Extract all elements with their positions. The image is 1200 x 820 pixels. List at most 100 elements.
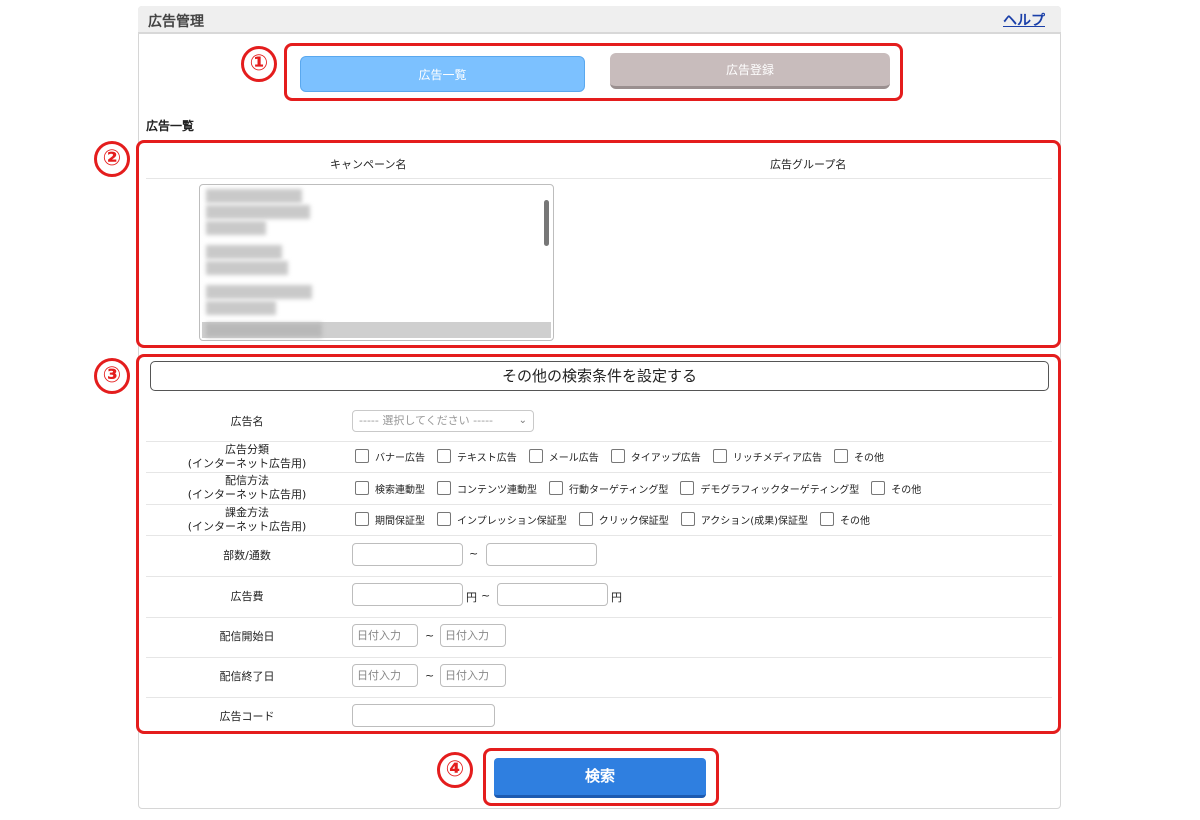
range-separator: ~ [425,669,435,682]
list-item[interactable] [206,189,302,203]
checkbox-item[interactable]: その他 [820,512,870,527]
ad-name-label: 広告名 [230,415,264,428]
delivery-label-line1: 配信方法 [225,474,269,487]
billing-options: 期間保証型 インプレッション保証型 クリック保証型 アクション(成果)保証型 そ… [355,510,882,528]
search-button[interactable]: 検索 [494,758,706,798]
checkbox-item[interactable]: デモグラフィックターゲティング型 [680,481,859,496]
checkbox-label: メール広告 [548,452,599,464]
checkbox-item[interactable]: その他 [871,481,921,496]
checkbox[interactable] [528,449,543,463]
checkbox-item[interactable]: タイアップ広告 [610,449,701,464]
help-link[interactable]: ヘルプ [1003,10,1045,30]
divider [146,178,1052,179]
checkbox-item[interactable]: 検索連動型 [355,481,425,496]
callout-number-4: ④ [437,752,473,788]
range-separator: ~ [469,547,479,560]
checkbox[interactable] [871,481,886,495]
checkbox-item[interactable]: インプレッション保証型 [437,512,567,527]
checkbox[interactable] [355,481,369,495]
cost-unit: 円 [466,591,477,604]
tab-ad-register[interactable]: 広告登録 [610,53,890,89]
ad-category-label: 広告分類 (インターネット広告用) [146,443,348,471]
ad-category-label-line2: (インターネット広告用) [187,457,307,470]
checkbox[interactable] [680,481,695,495]
callout-number-2: ② [94,141,130,177]
callout-number-1: ① [241,46,277,82]
checkbox-label: その他 [854,452,885,464]
copies-from-input[interactable] [352,543,463,566]
checkbox-item[interactable]: コンテンツ連動型 [437,481,537,496]
delivery-label: 配信方法 (インターネット広告用) [146,474,348,502]
ad-code-input[interactable] [352,704,495,727]
list-item[interactable] [206,221,266,235]
delivery-label-line2: (インターネット広告用) [187,488,307,501]
checkbox[interactable] [355,512,369,526]
delivery-options: 検索連動型 コンテンツ連動型 行動ターゲティング型 デモグラフィックターゲティン… [355,479,933,497]
checkbox[interactable] [712,449,727,463]
list-item[interactable] [206,205,310,219]
page-title: 広告管理 [148,14,204,30]
checkbox-item[interactable]: クリック保証型 [578,512,669,527]
list-item-selected[interactable] [202,322,551,338]
start-date-to-input[interactable]: 日付入力 [440,624,506,647]
checkbox-label: 検索連動型 [375,484,425,496]
checkbox-label: その他 [840,515,871,527]
checkbox[interactable] [680,512,695,526]
campaign-listbox[interactable] [199,184,554,341]
list-item[interactable] [206,261,288,275]
checkbox[interactable] [820,512,835,526]
divider [146,472,1052,473]
checkbox-item[interactable]: 期間保証型 [355,512,425,527]
checkbox-label: アクション(成果)保証型 [700,515,809,527]
checkbox-item[interactable]: テキスト広告 [437,449,517,464]
divider [146,697,1052,698]
end-date-to-input[interactable]: 日付入力 [440,664,506,687]
checkbox-item[interactable]: バナー広告 [355,449,425,464]
checkbox-item[interactable]: メール広告 [528,449,599,464]
cost-to-input[interactable] [497,583,608,606]
checkbox-label: コンテンツ連動型 [457,484,537,496]
start-date-label: 配信開始日 [219,630,275,643]
end-date-label: 配信終了日 [219,670,275,683]
scrollbar-thumb[interactable] [544,200,549,246]
ad-category-label-line1: 広告分類 [225,443,269,456]
list-item [206,323,322,337]
checkbox-item[interactable]: その他 [834,449,884,464]
checkbox[interactable] [549,481,563,495]
checkbox[interactable] [834,449,849,463]
billing-label-line1: 課金方法 [225,506,269,519]
divider [146,441,1052,442]
list-item[interactable] [206,245,282,259]
cost-label: 広告費 [230,590,264,603]
column-header-ad-group: 広告グループ名 [770,158,847,171]
list-item[interactable] [206,285,312,299]
start-date-from-input[interactable]: 日付入力 [352,624,418,647]
copies-to-input[interactable] [486,543,597,566]
cost-from-input[interactable] [352,583,463,606]
callout-number-3: ③ [94,358,130,394]
range-separator: ~ [481,589,491,602]
page-header: 広告管理 ヘルプ [138,6,1061,34]
ad-name-select[interactable]: ----- 選択してください ----- ⌄ [352,410,534,432]
end-date-from-input[interactable]: 日付入力 [352,664,418,687]
tab-ad-list[interactable]: 広告一覧 [300,56,585,92]
checkbox[interactable] [610,449,625,463]
checkbox-label: クリック保証型 [598,515,669,527]
section-title: 広告一覧 [146,119,195,133]
divider [146,576,1052,577]
checkbox[interactable] [437,449,451,463]
checkbox[interactable] [355,449,369,463]
checkbox[interactable] [578,512,593,526]
checkbox-item[interactable]: リッチメディア広告 [712,449,822,464]
checkbox-item[interactable]: アクション(成果)保証型 [680,512,809,527]
checkbox-label: タイアップ広告 [630,452,701,464]
divider [146,535,1052,536]
checkbox[interactable] [437,481,451,495]
column-header-campaign: キャンペーン名 [330,158,407,171]
copies-label: 部数/通数 [223,549,271,562]
checkbox[interactable] [437,512,451,526]
more-conditions-toggle[interactable]: その他の検索条件を設定する [150,361,1049,391]
checkbox-item[interactable]: 行動ターゲティング型 [549,481,668,496]
list-item[interactable] [206,301,276,315]
divider [146,657,1052,658]
